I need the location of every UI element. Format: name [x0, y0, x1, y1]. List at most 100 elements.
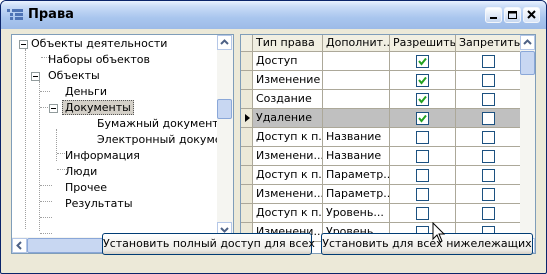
grid-vertical-scrollbar[interactable]	[520, 35, 535, 253]
cell-right-type[interactable]: Изменени...	[253, 185, 323, 204]
allow-checkbox[interactable]	[416, 112, 429, 125]
scroll-up-button[interactable]	[217, 35, 232, 50]
title-bar[interactable]: Права	[1, 1, 546, 29]
allow-checkbox[interactable]	[416, 150, 429, 163]
grid-row[interactable]: Доступ к п... Уровень...	[241, 204, 521, 223]
allow-checkbox[interactable]	[416, 93, 429, 106]
cell-extra[interactable]	[323, 71, 390, 90]
maximize-button[interactable]	[504, 7, 521, 23]
cell-extra[interactable]	[323, 52, 390, 71]
cell-allow	[390, 204, 456, 223]
scroll-left-button[interactable]	[12, 238, 27, 253]
scroll-up-button[interactable]	[520, 35, 535, 50]
grid-row[interactable]: Изменени... Параметр...	[241, 185, 521, 204]
tree-item-money[interactable]: Деньги	[63, 84, 109, 100]
deny-checkbox[interactable]	[482, 93, 495, 106]
grid-row[interactable]: Доступ к п... Параметр...	[241, 166, 521, 185]
row-indicator[interactable]	[241, 128, 253, 147]
collapse-icon[interactable]	[19, 40, 28, 49]
tree-item-people[interactable]: Люди	[63, 164, 99, 180]
row-indicator[interactable]	[241, 166, 253, 185]
grid-row[interactable]: Удаление	[241, 109, 521, 128]
cell-right-type[interactable]: Доступ к п...	[253, 204, 323, 223]
grid-row[interactable]: Создание	[241, 90, 521, 109]
checkmark-icon	[418, 114, 427, 123]
tree-item-label: Люди	[65, 165, 98, 178]
set-full-access-button[interactable]: Установить полный доступ для всех	[102, 233, 315, 255]
deny-checkbox[interactable]	[482, 188, 495, 201]
scroll-thumb[interactable]	[520, 51, 535, 75]
deny-checkbox[interactable]	[482, 74, 495, 87]
row-indicator[interactable]	[241, 147, 253, 166]
row-indicator[interactable]	[241, 71, 253, 90]
cell-right-type[interactable]: Создание	[253, 90, 323, 109]
maximize-icon	[508, 11, 517, 19]
allow-checkbox[interactable]	[416, 55, 429, 68]
cell-right-type[interactable]: Доступ к п...	[253, 166, 323, 185]
deny-checkbox[interactable]	[482, 207, 495, 220]
cell-extra[interactable]: Название	[323, 147, 390, 166]
cell-extra[interactable]: Параметр...	[323, 166, 390, 185]
object-tree[interactable]: Объекты деятельности Наборы объектов Объ…	[11, 34, 234, 254]
deny-checkbox[interactable]	[482, 150, 495, 163]
row-indicator[interactable]	[241, 204, 253, 223]
tree-item-other[interactable]: Прочее	[63, 180, 109, 196]
cell-right-type[interactable]: Доступ	[253, 52, 323, 71]
close-button[interactable]	[523, 7, 540, 23]
mouse-cursor-icon	[432, 222, 446, 243]
allow-checkbox[interactable]	[416, 188, 429, 201]
row-indicator[interactable]	[241, 109, 253, 128]
collapse-icon[interactable]	[31, 72, 40, 81]
tree-item-paper-document[interactable]: Бумажный документ	[95, 116, 221, 132]
tree-item-objects[interactable]: Объекты	[29, 68, 102, 84]
tree-item-label: Объекты деятельности	[31, 37, 168, 50]
column-header-allow[interactable]: Разрешить	[390, 35, 456, 51]
column-header-type[interactable]: Тип права	[253, 35, 323, 51]
tree-vertical-scrollbar[interactable]	[217, 35, 233, 237]
cell-extra[interactable]: Параметр...	[323, 185, 390, 204]
cell-right-type[interactable]: Изменени...	[253, 147, 323, 166]
grid-row[interactable]: Доступ	[241, 52, 521, 71]
cell-extra[interactable]: Название	[323, 128, 390, 147]
tree-item-electronic-document[interactable]: Электронный документ	[95, 132, 233, 148]
allow-checkbox[interactable]	[416, 74, 429, 87]
cell-right-type[interactable]: Изменение	[253, 71, 323, 90]
grid-row[interactable]: Изменени... Название	[241, 147, 521, 166]
tree-item-label: Деньги	[65, 85, 107, 98]
allow-checkbox[interactable]	[416, 131, 429, 144]
grid-row[interactable]: Доступ к п... Название	[241, 128, 521, 147]
cell-extra[interactable]	[323, 90, 390, 109]
minimize-icon	[490, 17, 497, 19]
tree-item-objects-of-activity[interactable]: Объекты деятельности	[14, 36, 169, 52]
collapse-icon[interactable]	[49, 104, 58, 113]
column-header-deny[interactable]: Запретить	[456, 35, 521, 51]
column-header-extra[interactable]: Дополнит...	[323, 35, 390, 51]
scroll-thumb[interactable]	[217, 99, 232, 119]
row-indicator[interactable]	[241, 52, 253, 71]
tree-item-label: Бумажный документ	[97, 117, 219, 130]
cell-extra[interactable]: Уровень...	[323, 204, 390, 223]
tree-item-documents[interactable]: Документы	[47, 100, 134, 116]
deny-checkbox[interactable]	[482, 169, 495, 182]
row-indicator[interactable]	[241, 185, 253, 204]
allow-checkbox[interactable]	[416, 207, 429, 220]
allow-checkbox[interactable]	[416, 169, 429, 182]
set-for-all-below-button[interactable]: Установить для всех нижележащих	[321, 233, 533, 255]
grid-row[interactable]: Изменение	[241, 71, 521, 90]
tree-item-information[interactable]: Информация	[63, 148, 142, 164]
deny-checkbox[interactable]	[482, 55, 495, 68]
tree-item-object-sets[interactable]: Наборы объектов	[46, 52, 152, 68]
deny-checkbox[interactable]	[482, 112, 495, 125]
cell-right-type[interactable]: Доступ к п...	[253, 128, 323, 147]
minimize-button[interactable]	[485, 7, 502, 23]
deny-checkbox[interactable]	[482, 131, 495, 144]
rights-grid[interactable]: Тип права Дополнит... Разрешить Запретит…	[240, 34, 536, 254]
cell-allow	[390, 52, 456, 71]
cell-right-type[interactable]: Удаление	[253, 109, 323, 128]
cell-deny	[456, 90, 521, 109]
tree-item-results[interactable]: Результаты	[63, 196, 135, 212]
close-icon	[527, 10, 536, 19]
cell-deny	[456, 128, 521, 147]
cell-extra[interactable]	[323, 109, 390, 128]
row-indicator[interactable]	[241, 90, 253, 109]
